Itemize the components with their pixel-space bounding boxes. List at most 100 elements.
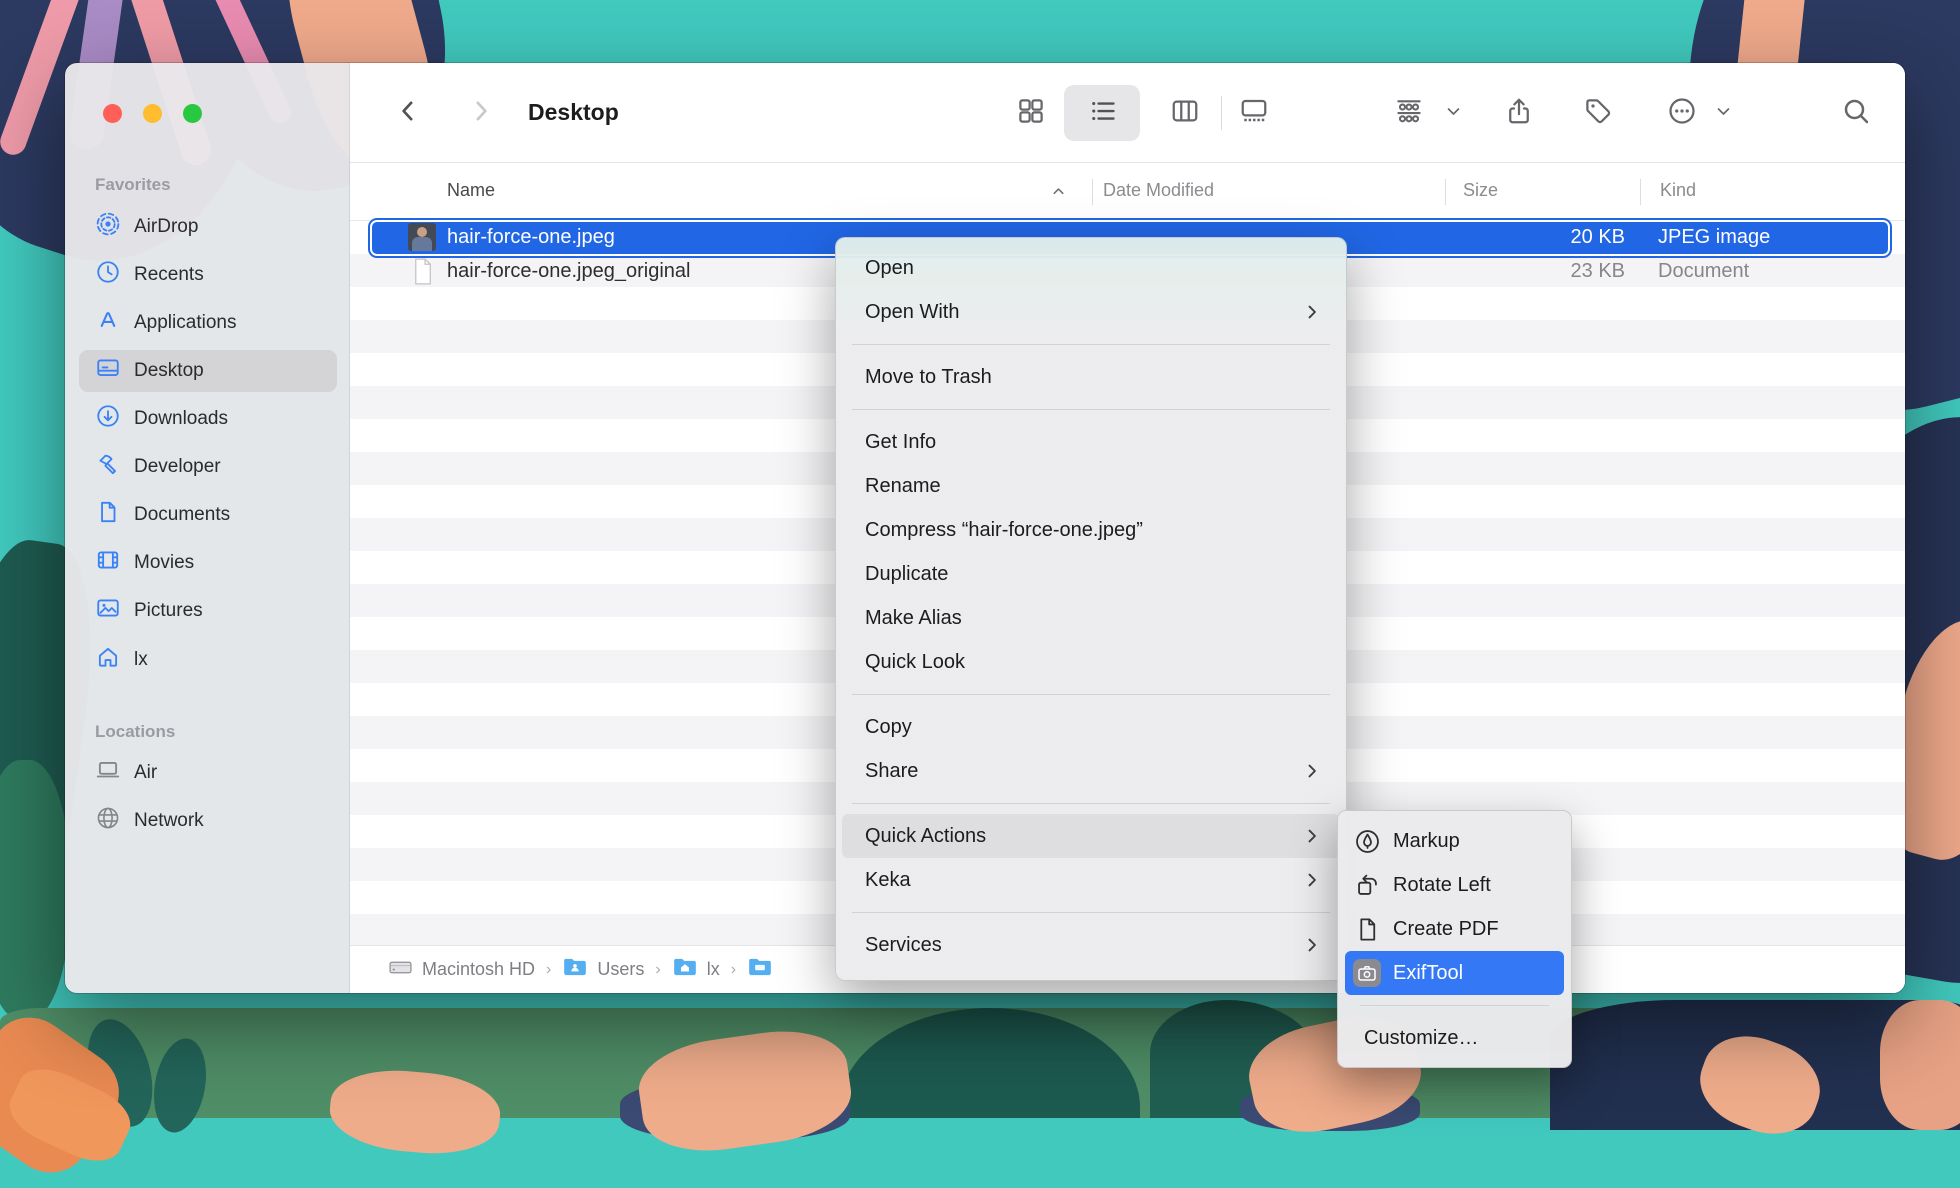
grid-view-icon xyxy=(1016,96,1046,131)
ellipsis-circle-icon xyxy=(1667,96,1697,131)
more-actions-button[interactable] xyxy=(1667,98,1697,128)
airdrop-icon xyxy=(95,211,121,243)
sidebar-item-airdrop[interactable]: AirDrop xyxy=(79,206,337,248)
share-button[interactable] xyxy=(1504,97,1534,129)
rotate-left-icon xyxy=(1352,872,1382,899)
breadcrumb-macintosh-hd[interactable]: Macintosh HD xyxy=(388,955,535,985)
list-view-button[interactable] xyxy=(1088,98,1118,128)
menu-item-label: Keka xyxy=(865,869,911,892)
menu-item-share[interactable]: Share xyxy=(836,749,1346,793)
sidebar-item-documents[interactable]: Documents xyxy=(79,494,337,536)
sidebar-item-label: Applications xyxy=(134,312,236,334)
menu-item-keka[interactable]: Keka xyxy=(836,858,1346,902)
window-title: Desktop xyxy=(528,99,619,126)
breadcrumb-label: Macintosh HD xyxy=(422,959,535,980)
sidebar-item-label: AirDrop xyxy=(134,216,198,238)
recents-icon xyxy=(95,259,121,291)
chevron-right-icon xyxy=(1302,826,1322,852)
more-actions-chevron[interactable] xyxy=(1714,105,1732,123)
create-pdf-icon xyxy=(1352,916,1382,943)
menu-item-get-info[interactable]: Get Info xyxy=(836,420,1346,464)
folder-home-icon xyxy=(672,956,698,983)
icon-view-button[interactable] xyxy=(1016,98,1046,128)
zoom-window-button[interactable] xyxy=(183,104,202,123)
close-window-button[interactable] xyxy=(103,104,122,123)
sidebar-item-downloads[interactable]: Downloads xyxy=(79,398,337,440)
submenu-item-label: Rotate Left xyxy=(1393,874,1491,897)
submenu-item-markup[interactable]: Markup xyxy=(1338,819,1571,863)
submenu-item-exiftool[interactable]: ExifTool xyxy=(1345,951,1564,995)
menu-item-move-to-trash[interactable]: Move to Trash xyxy=(836,355,1346,399)
folder-users-icon xyxy=(562,956,588,983)
chevron-right-icon xyxy=(1302,870,1322,896)
menu-item-label: Open xyxy=(865,257,914,280)
sidebar-item-air[interactable]: Air xyxy=(79,752,337,794)
menu-item-compress[interactable]: Compress “hair-force-one.jpeg” xyxy=(836,508,1346,552)
column-header-date-modified[interactable]: Date Modified xyxy=(1103,180,1214,201)
breadcrumb-separator: › xyxy=(546,961,551,979)
sidebar-item-label: Developer xyxy=(134,456,221,478)
menu-item-copy[interactable]: Copy xyxy=(836,705,1346,749)
chevron-left-icon xyxy=(393,96,423,131)
column-view-button[interactable] xyxy=(1170,98,1200,128)
submenu-item-rotate-left[interactable]: Rotate Left xyxy=(1338,863,1571,907)
sidebar-item-label: Recents xyxy=(134,264,204,286)
breadcrumb-lx[interactable]: lx xyxy=(672,956,720,983)
sidebar-item-applications[interactable]: Applications xyxy=(79,302,337,344)
back-button[interactable] xyxy=(388,93,428,133)
column-divider[interactable] xyxy=(1445,179,1446,205)
menu-item-label: Open With xyxy=(865,301,959,324)
menu-separator xyxy=(852,344,1330,345)
submenu-item-label: Markup xyxy=(1393,830,1460,853)
menu-item-label: Move to Trash xyxy=(865,366,992,389)
sidebar-item-label: lx xyxy=(134,649,148,671)
column-header-name[interactable]: Name xyxy=(447,180,495,201)
sidebar-item-desktop[interactable]: Desktop xyxy=(79,350,337,392)
submenu-item-create-pdf[interactable]: Create PDF xyxy=(1338,907,1571,951)
sidebar-item-recents[interactable]: Recents xyxy=(79,254,337,296)
sidebar-item-home-lx[interactable]: lx xyxy=(79,639,337,681)
forward-button[interactable] xyxy=(461,93,501,133)
sidebar-item-movies[interactable]: Movies xyxy=(79,542,337,584)
sidebar-item-developer[interactable]: Developer xyxy=(79,446,337,488)
sidebar-item-pictures[interactable]: Pictures xyxy=(79,590,337,632)
developer-icon xyxy=(95,451,121,483)
column-headers: Name Date Modified Size Kind xyxy=(350,163,1905,221)
menu-item-duplicate[interactable]: Duplicate xyxy=(836,552,1346,596)
group-button-chevron[interactable] xyxy=(1444,105,1462,123)
image-thumbnail xyxy=(408,223,436,251)
menu-item-services[interactable]: Services xyxy=(836,923,1346,967)
minimize-window-button[interactable] xyxy=(143,104,162,123)
menu-separator xyxy=(852,409,1330,410)
menu-separator xyxy=(852,694,1330,695)
submenu-separator xyxy=(1360,1005,1549,1006)
column-header-kind[interactable]: Kind xyxy=(1660,180,1696,201)
menu-item-make-alias[interactable]: Make Alias xyxy=(836,596,1346,640)
menu-item-open-with[interactable]: Open With xyxy=(836,290,1346,334)
submenu-item-customize[interactable]: Customize… xyxy=(1338,1016,1571,1060)
column-divider[interactable] xyxy=(1640,179,1641,205)
group-button[interactable] xyxy=(1394,98,1424,128)
tags-button[interactable] xyxy=(1583,98,1613,128)
breadcrumb-users[interactable]: Users xyxy=(562,956,644,983)
column-divider[interactable] xyxy=(1092,179,1093,205)
thumbnail-person-body xyxy=(412,237,432,251)
search-button[interactable] xyxy=(1841,98,1871,128)
sidebar-item-network[interactable]: Network xyxy=(79,800,337,842)
home-icon xyxy=(95,644,121,676)
gallery-view-icon xyxy=(1239,96,1269,131)
menu-item-quick-actions[interactable]: Quick Actions xyxy=(842,814,1340,858)
menu-item-open[interactable]: Open xyxy=(836,246,1346,290)
pictures-icon xyxy=(95,595,121,627)
breadcrumb-desktop[interactable] xyxy=(747,956,782,983)
sidebar-item-label: Movies xyxy=(134,552,194,574)
gallery-view-button[interactable] xyxy=(1239,98,1269,128)
sidebar-item-label: Network xyxy=(134,810,204,832)
submenu-item-label: Create PDF xyxy=(1393,918,1499,941)
menu-item-quick-look[interactable]: Quick Look xyxy=(836,640,1346,684)
column-header-size[interactable]: Size xyxy=(1463,180,1498,201)
menu-item-rename[interactable]: Rename xyxy=(836,464,1346,508)
sidebar-item-label: Downloads xyxy=(134,408,228,430)
menu-item-label: Get Info xyxy=(865,431,936,454)
toolbar: Desktop xyxy=(350,63,1905,163)
